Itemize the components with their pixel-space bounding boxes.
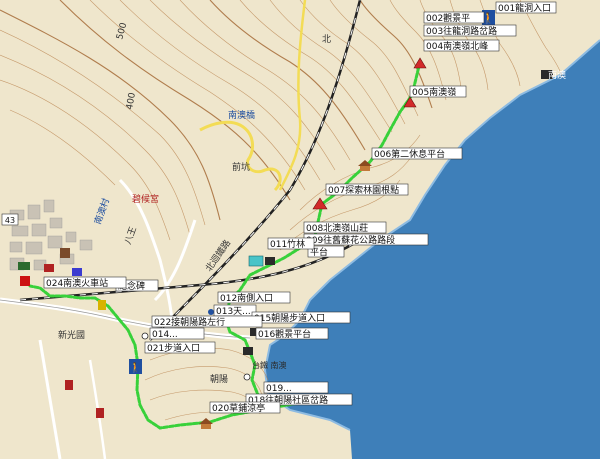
svg-text:003往龍洞路岔路: 003往龍洞路岔路 <box>426 25 497 37</box>
waypoint-005[interactable]: 005南澳嶺 <box>409 85 467 98</box>
waypoint-014[interactable]: 014... <box>149 327 205 340</box>
waypoint-019[interactable]: 019... <box>263 381 329 394</box>
svg-text:001龍洞入口: 001龍洞入口 <box>498 2 551 14</box>
waypoint-006[interactable]: 006第二休息平台 <box>371 147 463 160</box>
waypoint-008[interactable]: 008北澳嶺山莊 <box>303 221 387 234</box>
svg-text:009往舊蘇花公路路段: 009往舊蘇花公路路段 <box>306 234 395 246</box>
camera-icon[interactable] <box>265 257 275 265</box>
temple-icon <box>65 380 73 390</box>
waypoint-021[interactable]: 021步道入口 <box>144 341 216 354</box>
waypoint-024[interactable]: 024南澳火車站 <box>43 276 127 289</box>
shop-icon <box>44 264 54 272</box>
place-road-north-label: 北 <box>322 34 331 45</box>
waypoint-022[interactable]: 022接朝陽路左行 <box>151 315 263 328</box>
svg-text:007探索林園根點: 007探索林園根點 <box>328 184 399 196</box>
sign-icon[interactable] <box>98 300 106 310</box>
svg-text:006第二休息平台: 006第二休息平台 <box>374 148 445 160</box>
svg-text:011竹林: 011竹林 <box>270 238 305 250</box>
temple-icon <box>96 408 104 418</box>
waypoint-015[interactable]: 015朝陽步道入口 <box>251 311 351 324</box>
waypoint-011[interactable]: 011竹林 <box>267 237 315 250</box>
school-icon <box>72 268 82 276</box>
place-xinguang-label: 新光國 <box>58 329 85 341</box>
svg-text:016觀景平台: 016觀景平台 <box>258 328 311 340</box>
svg-text:013天...: 013天... <box>216 307 251 317</box>
waypoint-020[interactable]: 020草鋪涼亭 <box>209 401 281 414</box>
topo-map[interactable]: 🚶 🚶 500 400 南澳橋 南澳村 碧候宮 前坑 北 八王 新光國 朝陽 南… <box>0 0 600 459</box>
svg-text:🚶: 🚶 <box>129 361 141 374</box>
svg-text:004南澳嶺北峰: 004南澳嶺北峰 <box>426 40 488 52</box>
tr-tag-label: 台鐵 南澳 <box>252 360 287 370</box>
svg-text:024南澳火車站: 024南澳火車站 <box>46 277 108 289</box>
sign-icon[interactable] <box>248 255 264 267</box>
waypoint-016[interactable]: 016觀景平台 <box>255 327 329 340</box>
waypoint-013[interactable]: 013天... <box>213 304 257 317</box>
junction-icon[interactable] <box>141 332 149 340</box>
station-icon <box>20 276 30 286</box>
svg-text:012南側入口: 012南側入口 <box>220 292 273 304</box>
bus-icon <box>18 262 30 270</box>
place-chaoyang-label: 朝陽 <box>210 374 228 385</box>
svg-text:002觀景平: 002觀景平 <box>426 12 470 24</box>
svg-text:022接朝陽路左行: 022接朝陽路左行 <box>154 316 225 328</box>
svg-text:020草鋪涼亭: 020草鋪涼亭 <box>212 402 265 414</box>
svg-text:019...: 019... <box>266 384 292 394</box>
waypoint-002[interactable]: 002觀景平 <box>423 11 485 24</box>
waypoint-001[interactable]: 001龍洞入口 <box>495 1 557 14</box>
route-badge: 43 <box>1 213 19 226</box>
place-front-label: 前坑 <box>232 161 250 173</box>
waypoint-004[interactable]: 004南澳嶺北峰 <box>423 39 500 52</box>
place-temple-label: 碧候宮 <box>132 193 159 205</box>
camera-icon[interactable] <box>243 347 253 355</box>
hotel-icon <box>60 248 70 258</box>
junction-icon[interactable] <box>208 309 214 315</box>
svg-text:014...: 014... <box>152 330 178 340</box>
waypoint-003[interactable]: 003往龍洞路岔路 <box>423 24 517 37</box>
svg-text:008北澳嶺山莊: 008北澳嶺山莊 <box>306 222 368 234</box>
waypoint-007[interactable]: 007探索林園根點 <box>325 183 409 196</box>
junction-icon[interactable] <box>243 373 251 381</box>
place-nanao-bridge-label: 南澳橋 <box>228 109 255 121</box>
place-nanao-shore-label: 南澳 <box>548 69 566 81</box>
svg-text:021步道入口: 021步道入口 <box>147 342 200 354</box>
route-badge-text: 43 <box>5 216 15 225</box>
svg-text:015朝陽步道入口: 015朝陽步道入口 <box>254 312 325 324</box>
waypoint-009[interactable]: 009往舊蘇花公路路段 <box>303 233 429 246</box>
hiker-icon[interactable]: 🚶 <box>129 359 142 374</box>
waypoint-012[interactable]: 012南側入口 <box>217 291 291 304</box>
svg-text:005南澳嶺: 005南澳嶺 <box>412 86 456 98</box>
